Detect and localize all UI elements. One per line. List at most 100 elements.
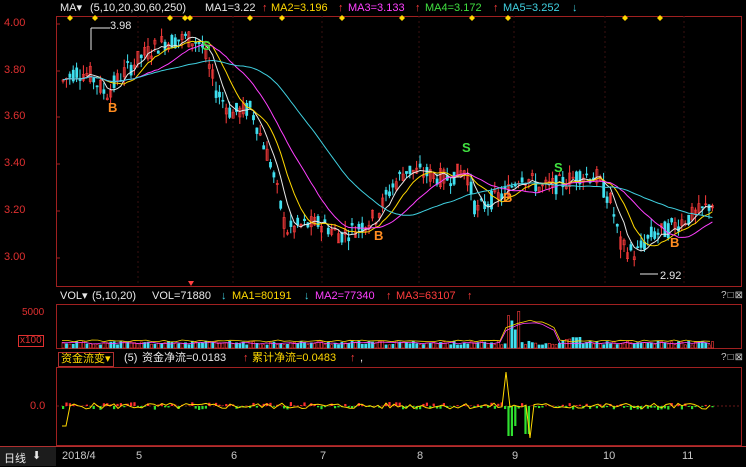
- volume-bar: [93, 344, 95, 348]
- volume-bar: [439, 342, 441, 348]
- candle-body: [96, 86, 98, 87]
- flow-bar: [521, 403, 523, 406]
- volume-bar: [167, 341, 169, 348]
- flow-bar: [691, 406, 693, 409]
- volume-panel-controls[interactable]: ?□⊠: [721, 289, 744, 303]
- volume-bar: [113, 342, 115, 348]
- flow-bar: [433, 404, 435, 406]
- volume-bar: [609, 344, 611, 348]
- flow-bar: [116, 404, 118, 406]
- volume-bar: [232, 344, 234, 348]
- candle-body: [351, 223, 353, 225]
- flow-comma: ,: [360, 350, 363, 366]
- flow-bar: [541, 406, 543, 407]
- volume-bar: [507, 316, 509, 348]
- volume-bar: [640, 343, 642, 348]
- volume-bar: [283, 344, 285, 348]
- volume-bar: [303, 342, 305, 348]
- date-label-5: 5: [136, 450, 142, 462]
- volume-bar: [450, 345, 452, 348]
- flow-bar: [450, 406, 452, 407]
- candle-body: [688, 215, 690, 224]
- date-label-8: 8: [417, 450, 423, 462]
- flow-bar: [477, 404, 479, 406]
- flow-bar: [123, 406, 125, 407]
- price-panel[interactable]: MA▾ (5,10,20,30,60,250) MA1=3.22 ↑ MA2=3…: [0, 0, 746, 288]
- ma2-value: MA2=3.196: [271, 0, 328, 16]
- volume-bar: [181, 343, 183, 348]
- date-label-7: 7: [320, 450, 326, 462]
- candle-body: [280, 201, 282, 208]
- volume-bar: [246, 345, 248, 348]
- flow-bar: [562, 405, 564, 406]
- vol-ma1-arrow: ↓: [304, 288, 310, 304]
- volume-bar: [174, 344, 176, 348]
- volume-bar: [572, 337, 574, 348]
- volume-bar: [385, 345, 387, 348]
- candle-body: [637, 247, 639, 248]
- volume-bar: [341, 342, 343, 348]
- high-price-label: 3.98: [110, 20, 131, 32]
- flow-bar: [198, 406, 200, 410]
- volume-bar: [222, 343, 224, 348]
- flow-bar: [596, 406, 598, 408]
- ma1-value: MA1=3.22: [205, 0, 255, 16]
- flow-bar: [273, 406, 275, 407]
- candle-body: [405, 171, 407, 173]
- ma-params: (5,10,20,30,60,250): [90, 0, 186, 16]
- vol-ma1-value: MA1=80191: [232, 288, 292, 304]
- flow-panel[interactable]: 资金流变▾ (5) 资金净流=0.0183 ↑ 累计净流=0.0483 ↑ , …: [0, 350, 746, 446]
- candle-body: [303, 219, 305, 221]
- flow-bar: [388, 402, 390, 406]
- ma1-arrow: ↑: [262, 0, 268, 16]
- candle-body: [616, 224, 618, 226]
- date-label-11: 11: [682, 450, 693, 462]
- vol-value: VOL=71880: [152, 288, 211, 304]
- candle-body: [348, 238, 350, 241]
- volume-bar: [419, 345, 421, 348]
- price-chart[interactable]: [0, 0, 746, 288]
- flow-bar: [344, 404, 346, 406]
- flow-bar: [545, 405, 547, 406]
- candle-body: [419, 164, 421, 167]
- flow-bar: [579, 405, 581, 406]
- flow-bar: [201, 406, 203, 409]
- signal-b: B: [503, 190, 512, 205]
- volume-bar: [514, 330, 516, 348]
- volume-bar: [453, 341, 455, 348]
- candle-body: [399, 172, 401, 174]
- volume-bar: [654, 344, 656, 348]
- volume-bar: [436, 343, 438, 348]
- vol-selector[interactable]: VOL▾: [60, 288, 88, 304]
- flow-bar: [426, 403, 428, 406]
- ma-selector[interactable]: MA▾: [60, 0, 82, 16]
- volume-bar: [708, 345, 710, 348]
- volume-bar: [86, 344, 88, 348]
- period-selector[interactable]: 日线 ⬇: [0, 447, 56, 466]
- volume-panel[interactable]: VOL▾ (5,10,20) VOL=71880 ↓ MA1=80191 ↓ M…: [0, 288, 746, 350]
- flow-bar: [623, 406, 625, 408]
- volume-bar: [633, 343, 635, 348]
- volume-bar: [229, 341, 231, 348]
- candle-body: [392, 184, 394, 187]
- date-label-2018-4: 2018/4: [62, 450, 96, 462]
- flow-bar: [456, 405, 458, 406]
- flow-bar: [654, 406, 656, 408]
- candle-body: [93, 78, 95, 82]
- volume-bar: [582, 344, 584, 348]
- candle-body: [470, 182, 472, 194]
- flow-bar: [290, 402, 292, 406]
- signal-b: B: [670, 235, 679, 250]
- flow-panel-controls[interactable]: ?□⊠: [721, 351, 744, 365]
- flow-bar: [681, 406, 683, 409]
- flow-bar: [569, 403, 571, 406]
- candle-body: [184, 34, 186, 35]
- volume-bar: [69, 344, 71, 348]
- volume-bar: [643, 343, 645, 348]
- flow-bar: [133, 402, 135, 406]
- ma3-arrow: ↑: [415, 0, 421, 16]
- flow-bar: [711, 406, 713, 407]
- volume-bar: [409, 344, 411, 348]
- volume-bar: [671, 342, 673, 348]
- y-tick-3-00: 3.00: [4, 251, 25, 263]
